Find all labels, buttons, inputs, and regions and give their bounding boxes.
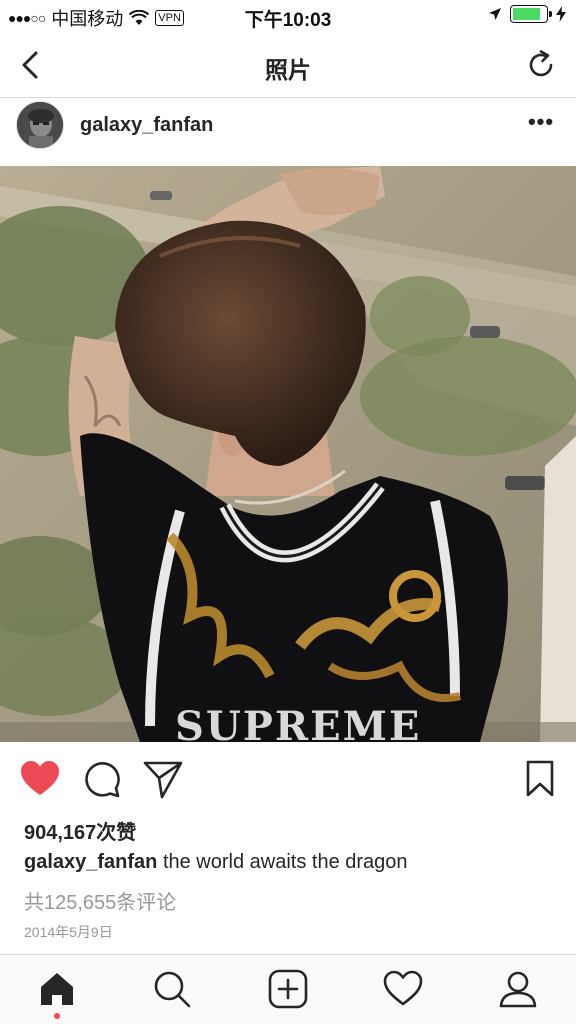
nav-bar: 照片 bbox=[0, 32, 576, 98]
refresh-icon[interactable] bbox=[524, 48, 558, 82]
active-tab-indicator bbox=[54, 1013, 60, 1019]
shirt-print: SUPREME bbox=[175, 703, 421, 742]
post-username[interactable]: galaxy_fanfan bbox=[80, 114, 213, 137]
status-bar: ●●●○○ 中国移动 VPN 下午10:03 bbox=[0, 0, 576, 32]
bookmark-icon[interactable] bbox=[519, 758, 561, 800]
charging-bolt-icon bbox=[556, 6, 566, 22]
status-right bbox=[488, 5, 566, 23]
send-icon[interactable] bbox=[142, 758, 184, 800]
tab-bar bbox=[0, 954, 576, 1024]
post-date: 2014年5月9日 bbox=[24, 924, 113, 940]
likes-count[interactable]: 904,167次赞 bbox=[24, 816, 136, 845]
more-options-button[interactable]: ••• bbox=[524, 111, 558, 137]
photo-image: SUPREME bbox=[0, 166, 576, 742]
battery-cap bbox=[549, 11, 552, 17]
battery-icon bbox=[510, 5, 552, 23]
home-icon[interactable] bbox=[37, 969, 77, 1009]
heart-icon[interactable] bbox=[19, 758, 61, 800]
profile-icon[interactable] bbox=[498, 969, 538, 1009]
add-post-icon[interactable] bbox=[268, 969, 308, 1009]
caption-username[interactable]: galaxy_fanfan bbox=[24, 851, 157, 873]
battery-level bbox=[513, 8, 541, 20]
post-header: galaxy_fanfan ••• bbox=[0, 99, 576, 165]
avatar-image bbox=[17, 102, 63, 148]
search-icon[interactable] bbox=[152, 969, 192, 1009]
post-actions bbox=[0, 742, 576, 814]
view-comments-link[interactable]: 共125,655条评论 bbox=[24, 886, 176, 915]
caption: galaxy_fanfan the world awaits the drago… bbox=[24, 851, 408, 874]
location-arrow-icon bbox=[489, 8, 501, 20]
avatar[interactable] bbox=[16, 101, 64, 149]
caption-text: the world awaits the dragon bbox=[157, 851, 408, 873]
page-title: 照片 bbox=[265, 57, 311, 83]
comment-icon[interactable] bbox=[81, 758, 123, 800]
activity-heart-icon[interactable] bbox=[383, 969, 423, 1009]
post-photo[interactable]: SUPREME bbox=[0, 166, 576, 742]
